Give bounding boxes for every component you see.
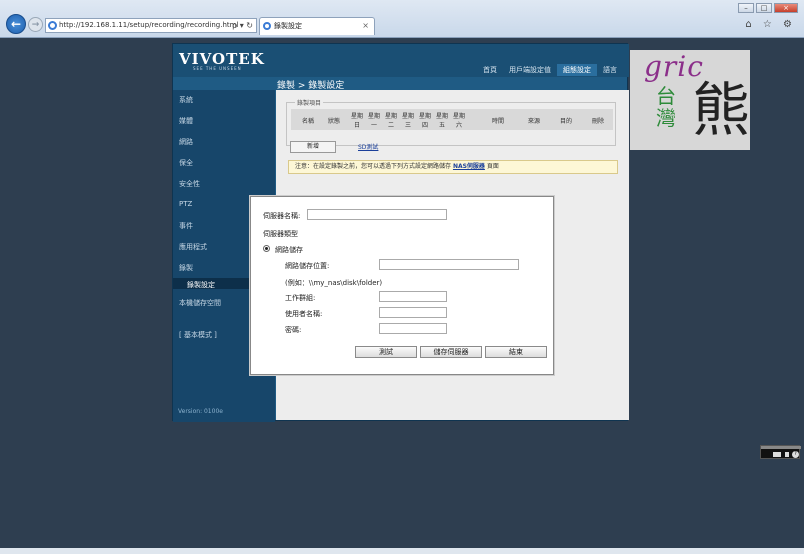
tab-title: 錄製設定 <box>274 22 302 30</box>
sidebar-item-network[interactable]: 網路 <box>179 137 193 147</box>
sidebar-item-basic-mode[interactable]: [ 基本模式 ] <box>179 330 217 340</box>
col-sat: 星期 <box>452 113 465 120</box>
nas-server-dialog: 伺服器名稱: 伺服器類型 網路儲存 網路儲存位置: (例如：\\my_nas\d… <box>250 196 554 375</box>
nav-configuration[interactable]: 組態設定 <box>557 64 597 76</box>
col-wed-day: 三 <box>404 122 411 129</box>
window-close-button[interactable]: × <box>774 3 798 13</box>
col-sun: 星期 <box>350 113 363 120</box>
col-sat-day: 六 <box>455 122 462 129</box>
sidebar-item-event[interactable]: 事件 <box>179 221 193 231</box>
address-tools[interactable]: ρ ▾ ↻ <box>232 19 253 32</box>
sidebar-item-safety[interactable]: 安全性 <box>179 179 200 189</box>
col-thu-day: 四 <box>421 122 428 129</box>
watermark-xiong: 熊 <box>692 76 751 144</box>
col-fri: 星期 <box>435 113 448 120</box>
nav-client-settings[interactable]: 用戶端設定值 <box>503 64 557 76</box>
server-name-label: 伺服器名稱: <box>263 212 301 220</box>
address-url: http://192.168.1.11/setup/recording/reco… <box>59 21 239 29</box>
home-star-gear-icons[interactable]: ⌂ ☆ ⚙ <box>745 19 796 30</box>
network-storage-radio[interactable] <box>263 245 270 252</box>
sidebar-item-recording-settings[interactable]: 錄製設定 <box>187 280 215 290</box>
sidebar-item-ptz[interactable]: PTZ <box>179 200 192 208</box>
ie-tab-icon <box>263 22 271 30</box>
sidebar-item-media[interactable]: 媒體 <box>179 116 193 126</box>
nas-server-link[interactable]: NAS伺服器 <box>453 163 485 170</box>
close-button[interactable]: 結束 <box>485 346 547 358</box>
tab-close-icon[interactable]: × <box>362 18 369 34</box>
recording-list-legend: 錄製項目 <box>295 98 324 107</box>
version-label: Version: 0100e <box>178 408 223 415</box>
browser-toolbar: ← → http://192.168.1.11/setup/recording/… <box>0 0 804 38</box>
save-server-button[interactable]: 儲存伺服器 <box>420 346 482 358</box>
col-fri-day: 五 <box>438 122 445 129</box>
minimize-button[interactable]: – <box>738 3 754 13</box>
recording-list-fieldset: 錄製項目 名稱 狀態 星期 日 星期 一 星期 二 星期 三 星期 四 星期 五… <box>286 98 616 146</box>
note-suffix: 頁面 <box>486 163 499 170</box>
sidebar-item-recording[interactable]: 錄製 <box>179 263 193 273</box>
col-status: 狀態 <box>327 118 340 125</box>
tab-recording-settings[interactable]: 錄製設定 × <box>259 17 375 35</box>
recording-table-header: 名稱 狀態 星期 日 星期 一 星期 二 星期 三 星期 四 星期 五 星期 六… <box>291 109 613 130</box>
col-mon-day: 一 <box>370 122 377 129</box>
col-time: 時間 <box>491 118 504 125</box>
server-type-label: 伺服器類型 <box>263 230 298 238</box>
add-button[interactable]: 新增 <box>290 141 336 153</box>
col-source: 來源 <box>527 118 540 125</box>
forward-button[interactable]: → <box>28 17 43 32</box>
help-icon[interactable]: ? <box>792 451 799 458</box>
arrow-right-icon: → <box>31 19 40 30</box>
back-button[interactable]: ← <box>6 14 26 34</box>
username-label: 使用者名稱: <box>285 310 323 318</box>
workgroup-input[interactable] <box>379 291 447 302</box>
watermark-tai: 台 灣 <box>656 85 676 129</box>
status-bar <box>0 548 804 554</box>
col-destination: 目的 <box>559 118 572 125</box>
password-input[interactable] <box>379 323 447 334</box>
maximize-button[interactable]: □ <box>756 3 772 13</box>
sidebar-item-system[interactable]: 系統 <box>179 95 193 105</box>
col-tue: 星期 <box>384 113 397 120</box>
snapshot-icon[interactable] <box>773 452 781 457</box>
nas-note: 注意：在設定錄製之前，您可以透過下列方式設定網路儲存 NAS伺服器 頁面 <box>288 160 618 174</box>
vivotek-tagline: SEE THE UNSEEN <box>193 66 242 71</box>
col-name: 名稱 <box>301 118 314 125</box>
window-controls: – □ × <box>738 3 798 13</box>
sd-test-link[interactable]: SD測試 <box>358 142 378 151</box>
col-mon: 星期 <box>367 113 380 120</box>
top-nav: 首頁 用戶端設定值 組態設定 語言 <box>477 64 623 76</box>
workgroup-label: 工作群組: <box>285 294 316 302</box>
password-label: 密碼: <box>285 326 302 334</box>
col-thu: 星期 <box>418 113 431 120</box>
network-location-input[interactable] <box>379 259 519 270</box>
sidebar-item-security[interactable]: 保全 <box>179 158 193 168</box>
camera-header: VIVOTEK SEE THE UNSEEN 首頁 用戶端設定值 組態設定 語言 <box>173 44 629 77</box>
ie-page-icon <box>48 21 57 30</box>
nav-language[interactable]: 語言 <box>597 64 623 76</box>
nav-home[interactable]: 首頁 <box>477 64 503 76</box>
username-input[interactable] <box>379 307 447 318</box>
col-sun-day: 日 <box>353 122 360 129</box>
arrow-left-icon: ← <box>10 17 22 31</box>
address-bar[interactable]: http://192.168.1.11/setup/recording/reco… <box>45 18 257 33</box>
test-button[interactable]: 測試 <box>355 346 417 358</box>
watermark-wan-char: 灣 <box>656 106 676 130</box>
network-location-label: 網路儲存位置: <box>285 262 330 270</box>
col-delete: 刪除 <box>591 118 604 125</box>
gric-taiwan-bear-watermark: gric 台 灣 熊 <box>630 50 750 150</box>
video-toolbar-bar <box>761 446 801 449</box>
note-prefix: 注意：在設定錄製之前，您可以透過下列方式設定網路儲存 <box>295 163 452 170</box>
network-storage-label: 網路儲存 <box>275 246 303 254</box>
video-toolbar: ? <box>760 445 801 459</box>
sidebar-item-local-storage[interactable]: 本機儲存空間 <box>179 298 221 308</box>
record-icon[interactable] <box>785 452 789 457</box>
col-wed: 星期 <box>401 113 414 120</box>
sidebar-item-applications[interactable]: 應用程式 <box>179 242 207 252</box>
example-path-text: (例如：\\my_nas\disk\folder) <box>285 279 383 287</box>
watermark-tai-char: 台 <box>656 84 676 108</box>
server-name-input[interactable] <box>307 209 447 220</box>
col-tue-day: 二 <box>387 122 394 129</box>
